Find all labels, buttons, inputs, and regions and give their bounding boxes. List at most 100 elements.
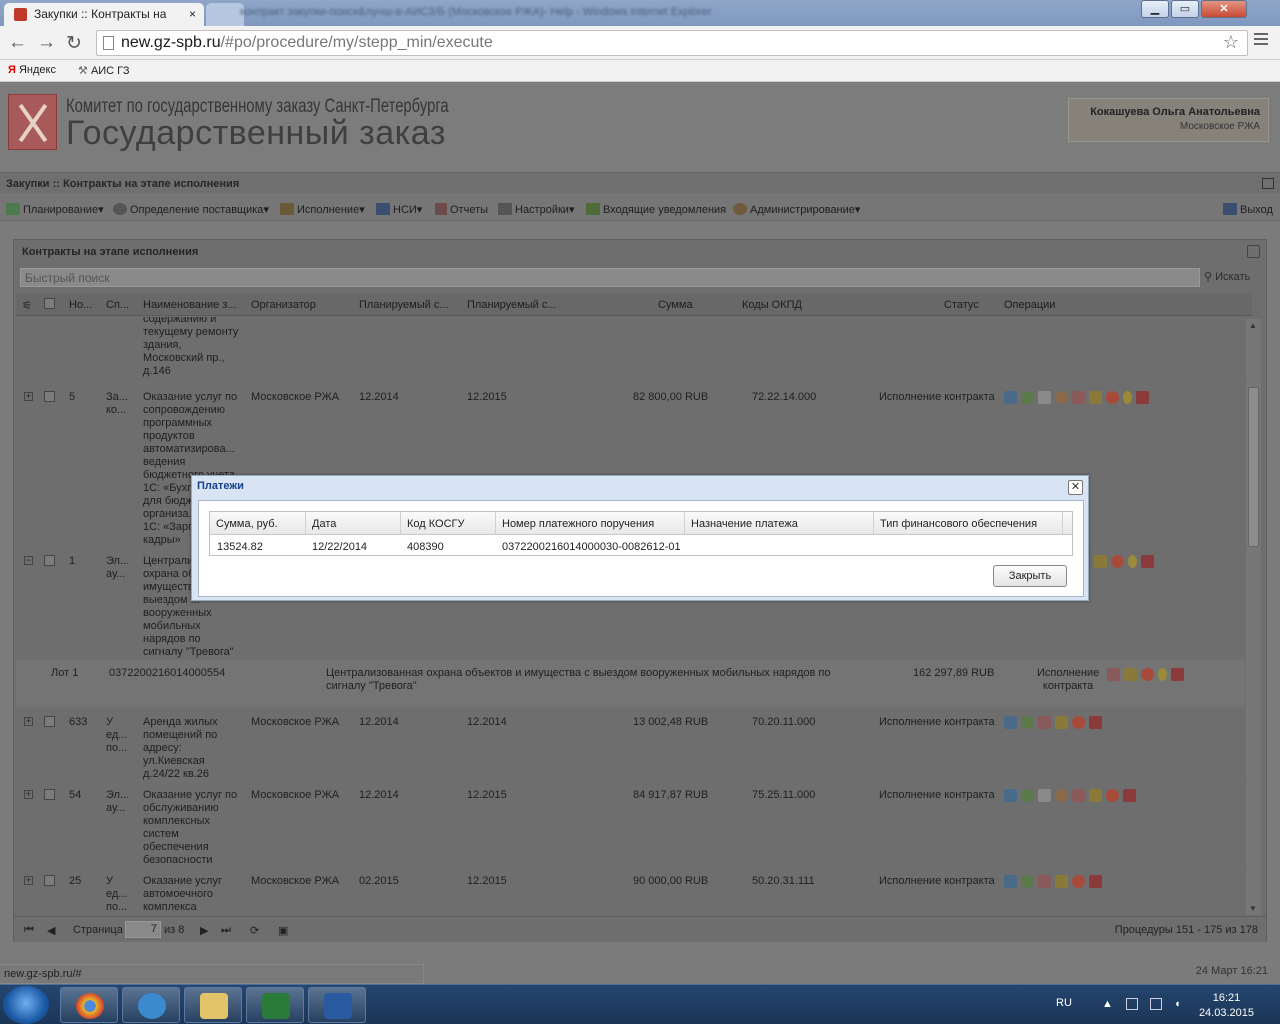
col-payment-order[interactable]: Номер платежного поручения: [496, 512, 685, 535]
volume-icon[interactable]: ◖: [1174, 998, 1186, 1010]
chart-icon[interactable]: [1004, 391, 1017, 404]
users-icon[interactable]: [1171, 668, 1184, 681]
col-funding-type[interactable]: Тип финансового обеспечения: [874, 512, 1063, 535]
menu-settings[interactable]: Настройки▾: [498, 203, 574, 216]
report-icon[interactable]: [1038, 716, 1051, 729]
bulb-icon[interactable]: [1123, 391, 1132, 404]
report-icon[interactable]: [1072, 789, 1085, 802]
prev-page-icon[interactable]: ◀: [47, 924, 55, 937]
users-icon[interactable]: [1123, 789, 1136, 802]
stop-icon[interactable]: [1072, 875, 1085, 888]
users-icon[interactable]: [1136, 391, 1149, 404]
col-organizer[interactable]: Организатор: [251, 299, 316, 311]
reload-icon[interactable]: ↻: [66, 32, 82, 55]
row-checkbox[interactable]: [44, 875, 55, 886]
row-checkbox[interactable]: [44, 391, 55, 402]
emblem-icon[interactable]: [1055, 789, 1068, 802]
stop-icon[interactable]: [1106, 391, 1119, 404]
stop-icon[interactable]: [1106, 789, 1119, 802]
expand-icon[interactable]: +: [24, 717, 33, 726]
edit-icon[interactable]: [1089, 391, 1102, 404]
filter-icon[interactable]: ⚟: [22, 299, 32, 312]
forward-icon[interactable]: →: [37, 32, 56, 54]
edit-icon[interactable]: [1094, 555, 1107, 568]
new-tab-button[interactable]: [206, 3, 244, 26]
report-icon[interactable]: [1072, 391, 1085, 404]
lot-row[interactable]: Лот 1 0372200216014000554 Централизованн…: [16, 660, 1245, 708]
users-icon[interactable]: [1141, 555, 1154, 568]
table-row[interactable]: + 633 У ед... по... Аренда жилых помещен…: [16, 708, 1245, 781]
col-kosgu[interactable]: Код КОСГУ: [401, 512, 496, 535]
gear-icon[interactable]: [1021, 875, 1034, 888]
users-icon[interactable]: [1089, 875, 1102, 888]
bookmark-ais-gz[interactable]: ⚒ АИС ГЗ: [78, 64, 130, 77]
vertical-scrollbar[interactable]: ▲ ▼: [1246, 319, 1261, 915]
col-number[interactable]: Но...: [69, 299, 92, 311]
network-icon[interactable]: [1150, 998, 1162, 1010]
minimize-button[interactable]: ▁: [1141, 0, 1169, 18]
chart-icon[interactable]: [1004, 875, 1017, 888]
expand-icon[interactable]: +: [24, 790, 33, 799]
col-method[interactable]: Сп...: [106, 299, 129, 311]
col-amount[interactable]: Сумма, руб.: [210, 512, 306, 535]
browser-menu-icon[interactable]: [1254, 33, 1268, 47]
gear-icon[interactable]: [1021, 789, 1034, 802]
edit-icon[interactable]: [1124, 668, 1137, 681]
menu-nsi[interactable]: НСИ▾: [376, 203, 422, 216]
table-row[interactable]: содержанию и текущему ремонту здания, Мо…: [16, 317, 1245, 383]
users-icon[interactable]: [1089, 716, 1102, 729]
search-button[interactable]: ⚲ Искать: [1204, 270, 1250, 283]
stop-icon[interactable]: [1072, 716, 1085, 729]
bookmark-star-icon[interactable]: ☆: [1223, 32, 1239, 53]
logout-button[interactable]: Выход: [1223, 203, 1273, 216]
dialog-close-icon[interactable]: ✕: [1068, 480, 1083, 495]
bulb-icon[interactable]: [1158, 668, 1167, 681]
report-icon[interactable]: [1038, 875, 1051, 888]
taskbar-word[interactable]: [308, 987, 366, 1023]
collapse-icon[interactable]: [1262, 178, 1274, 189]
table-row[interactable]: + 54 Эл... ау... Оказание услуг по обслу…: [16, 781, 1245, 867]
quick-search-input[interactable]: Быстрый поиск: [20, 268, 1200, 287]
scroll-down-icon[interactable]: ▼: [1249, 904, 1257, 913]
start-button[interactable]: [3, 986, 49, 1024]
scroll-thumb[interactable]: [1248, 387, 1259, 547]
menu-notifications[interactable]: Входящие уведомления: [586, 203, 726, 216]
menu-admin[interactable]: Администрирование▾: [733, 203, 860, 216]
emblem-icon[interactable]: [1055, 391, 1068, 404]
edit-icon[interactable]: [1055, 875, 1068, 888]
next-page-icon[interactable]: ▶: [200, 924, 208, 937]
browser-tab-active[interactable]: Закупки :: Контракты на ×: [4, 3, 204, 26]
expand-icon[interactable]: +: [24, 876, 33, 885]
scroll-up-icon[interactable]: ▲: [1249, 321, 1257, 330]
document-icon[interactable]: [1038, 789, 1051, 802]
col-planned-end[interactable]: Планируемый с...: [467, 299, 557, 311]
stop-icon[interactable]: [1141, 668, 1154, 681]
first-page-icon[interactable]: ⏮: [24, 924, 34, 937]
collapse-row-icon[interactable]: −: [24, 556, 33, 565]
col-sum[interactable]: Сумма: [658, 299, 693, 311]
chart-icon[interactable]: [1004, 789, 1017, 802]
refresh-icon[interactable]: ⟳: [250, 924, 259, 937]
bookmark-yandex[interactable]: Я Яндекс: [8, 64, 56, 76]
flag-icon[interactable]: [1126, 998, 1138, 1010]
menu-supplier[interactable]: Определение поставщика▾: [113, 203, 269, 216]
language-indicator[interactable]: RU: [1056, 997, 1072, 1009]
menu-execution[interactable]: Исполнение▾: [280, 203, 365, 216]
menu-planning[interactable]: Планирование▾: [6, 203, 104, 216]
col-operations[interactable]: Операции: [1004, 299, 1055, 311]
edit-icon[interactable]: [1089, 789, 1102, 802]
taskbar-explorer[interactable]: [184, 987, 242, 1023]
col-date[interactable]: Дата: [306, 512, 401, 535]
row-checkbox[interactable]: [44, 789, 55, 800]
window-close-button[interactable]: ✕: [1201, 0, 1247, 18]
panel-tool-icon[interactable]: [1247, 245, 1260, 258]
menu-reports[interactable]: Отчеты: [435, 203, 488, 216]
report-icon[interactable]: [1107, 668, 1120, 681]
page-number-input[interactable]: 7: [125, 921, 161, 938]
taskbar-excel[interactable]: [246, 987, 304, 1023]
taskbar-ie[interactable]: [122, 987, 180, 1023]
clock[interactable]: 16:21 24.03.2015: [1199, 991, 1254, 1021]
back-icon[interactable]: ←: [8, 32, 27, 54]
col-name[interactable]: Наименование з...: [143, 299, 237, 311]
save-icon[interactable]: ▣: [278, 924, 288, 937]
